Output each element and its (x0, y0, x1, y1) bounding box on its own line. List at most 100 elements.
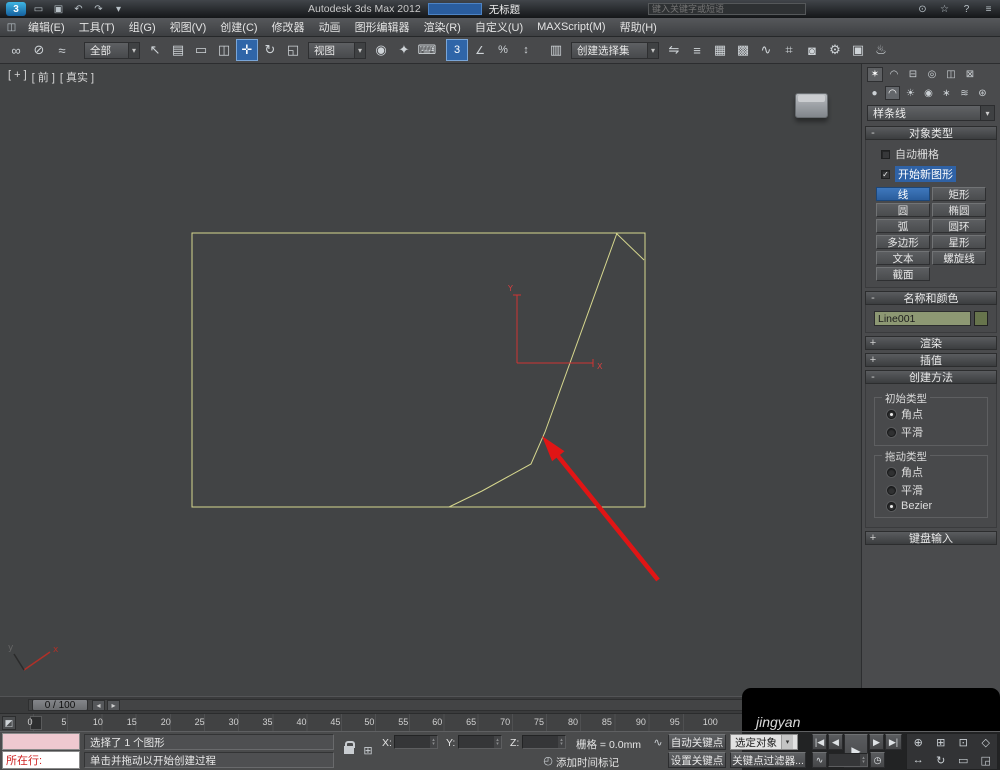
y-coordinate-field[interactable]: ▴ ▾ (458, 735, 502, 749)
select-and-rotate-icon[interactable]: ↻ (259, 39, 281, 61)
menu-item[interactable]: 修改器 (265, 18, 312, 37)
use-center-icon[interactable]: ◉ (370, 39, 392, 61)
next-frame-button[interactable]: ▶ (869, 734, 884, 750)
unlink-selection-icon[interactable]: ⊘ (28, 39, 50, 61)
select-and-link-icon[interactable]: ∞ (5, 39, 27, 61)
pan-icon[interactable]: ↔ (907, 752, 930, 770)
select-and-move-icon[interactable]: ✛ (236, 39, 258, 61)
rollout-keyboard-entry-header[interactable]: + 键盘输入 (865, 531, 997, 545)
help-search-box[interactable] (648, 3, 806, 15)
viewcube[interactable] (786, 90, 834, 128)
current-frame-field[interactable]: ▴ ▾ (828, 753, 868, 767)
menu-item[interactable]: 渲染(R) (417, 18, 468, 37)
tab-hierarchy[interactable]: ⊟ (905, 67, 921, 82)
menu-item[interactable]: 工具(T) (72, 18, 122, 37)
viewport-menu-plus[interactable]: [ + ] (8, 69, 27, 85)
render-setup-icon[interactable]: ⚙ (824, 39, 846, 61)
zoom-all-icon[interactable]: ⊞ (930, 734, 953, 752)
start-new-shape-checkbox[interactable]: ✓ (881, 169, 890, 179)
key-filters-button[interactable]: 关键点过滤器... (730, 752, 806, 768)
selected-filter-dropdown[interactable]: 选定对象 ▾ (730, 734, 798, 750)
percent-snap-icon[interactable]: % (492, 39, 514, 61)
radio-initial-smooth[interactable] (887, 427, 896, 437)
previous-frame-button[interactable]: ◀ (828, 734, 843, 750)
tab-modify[interactable]: ◠ (886, 67, 902, 82)
button-section[interactable]: 截面 (876, 267, 930, 281)
app-logo-icon[interactable]: 3 (6, 2, 26, 16)
absolute-mode-icon[interactable]: ⊞ (360, 742, 376, 758)
button-ngon[interactable]: 多边形 (876, 235, 930, 249)
workspace-icon[interactable]: ◫ (4, 20, 19, 34)
spinner-snap-icon[interactable]: ↕ (515, 39, 537, 61)
zoom-region-icon[interactable]: ▭ (952, 752, 975, 770)
radio-initial-corner[interactable] (887, 409, 896, 419)
spline-rectangle[interactable] (191, 232, 646, 508)
time-slider-next-icon[interactable]: ▸ (107, 700, 120, 711)
z-spinner[interactable]: ▴ ▾ (558, 736, 565, 748)
workspace-arrow-icon[interactable]: ▾ (111, 2, 126, 16)
material-editor-icon[interactable]: ◙ (801, 39, 823, 61)
orbit-icon[interactable]: ↻ (930, 752, 953, 770)
menu-item[interactable]: 帮助(H) (613, 18, 664, 37)
button-arc[interactable]: 弧 (876, 219, 930, 233)
radio-drag-corner[interactable] (887, 467, 896, 477)
rollout-rendering-header[interactable]: + 渲染 (865, 336, 997, 350)
apps-icon[interactable]: ≡ (981, 2, 996, 16)
redo-icon[interactable]: ↷ (91, 2, 106, 16)
menu-item[interactable]: MAXScript(M) (530, 18, 612, 37)
shape-category-dropdown[interactable]: 样条线 ▾ (867, 105, 995, 121)
align-icon[interactable]: ≡ (686, 39, 708, 61)
select-and-scale-icon[interactable]: ◱ (282, 39, 304, 61)
selection-filter-dropdown[interactable]: 全部 ▾ (84, 41, 140, 59)
viewport-menu-shading[interactable]: [ 真实 ] (60, 69, 94, 85)
tab-create[interactable]: ✶ (867, 67, 883, 82)
search-input[interactable] (649, 4, 805, 14)
radio-drag-bezier[interactable] (887, 501, 896, 511)
help-icon[interactable]: ? (959, 2, 974, 16)
save-icon[interactable]: ▣ (51, 2, 66, 16)
select-object-icon[interactable]: ↖ (144, 39, 166, 61)
layer-manager-icon[interactable]: ▦ (709, 39, 731, 61)
named-selection-sets-dropdown[interactable]: 创建选择集 ▾ (571, 41, 659, 59)
button-donut[interactable]: 圆环 (932, 219, 986, 233)
category-cameras-icon[interactable]: ◉ (921, 86, 936, 100)
snap-toggle-3d-icon[interactable]: 3 (446, 39, 468, 61)
spline-polyline[interactable] (448, 232, 618, 508)
favorites-icon[interactable]: ☆ (937, 2, 952, 16)
angle-snap-icon[interactable]: ∠ (469, 39, 491, 61)
maximize-viewport-icon[interactable]: ◲ (975, 752, 998, 770)
viewport-front[interactable]: [ + ] [ 前 ] [ 真实 ] Y X x y (0, 64, 861, 696)
x-coordinate-field[interactable]: ▴ ▾ (394, 735, 438, 749)
field-of-view-icon[interactable]: ◇ (975, 734, 998, 752)
key-mode-toggle-button[interactable]: ∿ (812, 752, 827, 768)
category-systems-icon[interactable]: ⊛ (975, 86, 990, 100)
menu-item[interactable]: 组(G) (122, 18, 163, 37)
tab-motion[interactable]: ◎ (924, 67, 940, 82)
zoom-extents-icon[interactable]: ⊡ (952, 734, 975, 752)
mirror-icon[interactable]: ⇋ (663, 39, 685, 61)
maxscript-listener-output[interactable]: 所在行: (2, 751, 80, 769)
auto-key-button[interactable]: 自动关键点 (668, 734, 726, 750)
rollout-object-type-header[interactable]: - 对象类型 (865, 126, 997, 140)
schematic-view-icon[interactable]: ⌗ (778, 39, 800, 61)
menu-item[interactable]: 编辑(E) (21, 18, 72, 37)
button-rectangle[interactable]: 矩形 (932, 187, 986, 201)
tab-display[interactable]: ◫ (943, 67, 959, 82)
window-crossing-icon[interactable]: ◫ (213, 39, 235, 61)
quick-render-icon[interactable]: ♨ (870, 39, 892, 61)
select-by-name-icon[interactable]: ▤ (167, 39, 189, 61)
spline-corner-segment[interactable] (615, 232, 645, 261)
rollout-creation-method-header[interactable]: - 创建方法 (865, 370, 997, 384)
button-line[interactable]: 线 (876, 187, 930, 201)
time-slider-track[interactable] (28, 699, 748, 711)
keyboard-override-icon[interactable]: ⌨ (416, 39, 438, 61)
mini-curve-editor-button[interactable]: ◩ (2, 716, 16, 730)
x-spinner[interactable]: ▴ ▾ (430, 736, 437, 748)
category-shapes-icon[interactable]: ◠ (885, 86, 900, 100)
category-geometry-icon[interactable]: ● (867, 86, 882, 100)
time-configuration-button[interactable]: ◷ (870, 752, 885, 768)
selection-region-icon[interactable]: ▭ (190, 39, 212, 61)
y-spinner[interactable]: ▴ ▾ (494, 736, 501, 748)
button-circle[interactable]: 圆 (876, 203, 930, 217)
button-helix[interactable]: 螺旋线 (932, 251, 986, 265)
